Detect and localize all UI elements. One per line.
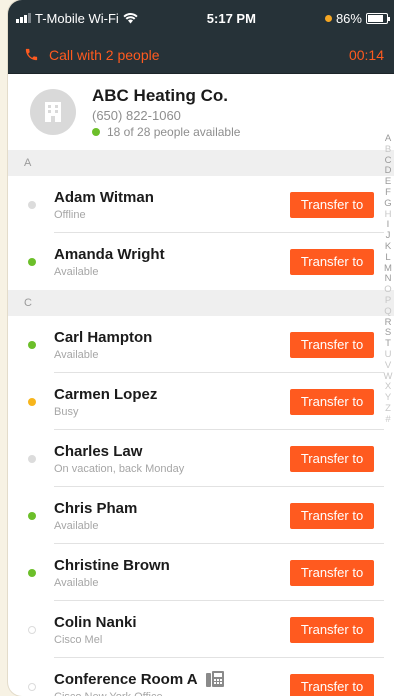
company-phone: (650) 822-1060 [92,107,181,123]
contact-row[interactable]: Carmen Lopez Busy Transfer to [8,373,394,430]
contact-status: Available [54,265,99,278]
contact-name: Charles Law [54,442,143,460]
contact-name-line: Chris Pham [54,500,290,517]
contact-info: Adam Witman Offline [54,189,290,221]
index-letter[interactable]: # [385,414,390,426]
contact-status: Offline [54,208,86,221]
presence-busy-icon [28,397,36,406]
index-letter[interactable]: V [385,360,391,372]
alphabet-index[interactable]: A B C D E F G H I J K L M N O P Q R S T U V W X Y Z # [382,133,394,426]
battery-percent: 86% [335,10,362,26]
contact-row[interactable]: Chris Pham Available Transfer to [8,487,394,544]
transfer-to-button[interactable]: Transfer to [290,445,374,472]
presence-available-icon [28,340,36,349]
signal-icon [16,13,31,23]
contact-row[interactable]: Christine Brown Available Transfer to [8,544,394,601]
presence-available-icon [28,257,36,266]
transfer-to-button[interactable]: Transfer to [290,331,374,358]
call-timer: 00:14 [348,46,384,63]
contact-row[interactable]: Conference Room A Cisco New York OfficeTr… [8,658,394,696]
contact-name: Adam Witman [54,188,154,206]
contact-status: Cisco New York Office [54,691,290,696]
contact-status: On vacation, back Monday [54,462,185,475]
contact-info: Conference Room A Cisco New York Office [54,671,290,696]
contact-name-line: Adam Witman [54,189,290,206]
company-header: ABC Heating Co. (650) 822-1060 18 of 28 … [8,74,394,150]
presence-offline-icon [28,200,36,209]
presence-available-icon [28,511,36,520]
building-icon [45,102,61,122]
presence-none-icon [28,625,36,634]
contact-row[interactable]: Amanda Wright Available Transfer to [8,233,394,290]
phone-screen: T-Mobile Wi-Fi 5:17 PM 86% Call with 2 p… [8,0,394,696]
contact-row[interactable]: Colin Nanki Cisco Mel Transfer to [8,601,394,658]
contact-name: Carmen Lopez [54,385,158,403]
phone-icon [25,48,38,61]
status-bar: T-Mobile Wi-Fi 5:17 PM 86% [8,0,394,36]
contact-name-line: Conference Room A [54,671,290,688]
transfer-to-button[interactable]: Transfer to [290,388,374,415]
contact-name-line: Christine Brown [54,557,290,574]
desk-phone-icon [205,671,224,687]
contact-row[interactable]: Adam Witman Offline Transfer to [8,176,394,233]
index-letter[interactable]: Q [384,306,391,318]
wifi-icon [123,12,138,23]
contact-row[interactable]: Charles Law On vacation, back Monday Trans… [8,430,394,487]
contact-info: Amanda Wright Available [54,246,290,278]
contact-status: Busy [54,405,79,418]
contact-info: Colin Nanki Cisco Mel [54,614,290,646]
clock: 5:17 PM [206,10,256,26]
contact-name: Amanda Wright [54,245,165,263]
contact-name: Carl Hampton [54,328,153,346]
company-availability: 18 of 28 people available [92,125,240,139]
section-header-c: C [8,290,394,316]
company-avatar [30,89,76,135]
contact-list: A Adam Witman Offline Transfer to Amanda Wri… [8,150,394,696]
contact-name: Chris Pham [54,499,138,517]
contact-status: Available [54,576,99,589]
active-call-bar[interactable]: Call with 2 people 00:14 [8,36,394,74]
contact-status: Cisco Mel [54,633,103,646]
contact-info: Carl Hampton Available [54,329,290,361]
index-letter[interactable]: L [385,252,390,264]
contact-info: Carmen Lopez Busy [54,386,290,418]
charging-dot-icon [324,14,332,22]
contact-status: Available [54,348,99,361]
carrier-label: T-Mobile Wi-Fi [35,10,119,26]
contact-name-line: Carmen Lopez [54,386,290,403]
contact-name: Colin Nanki [54,613,137,631]
transfer-to-button[interactable]: Transfer to [290,559,374,586]
contact-name-line: Carl Hampton [54,329,290,346]
section-header-a: A [8,150,394,176]
contact-row[interactable]: Carl Hampton Available Transfer to [8,316,394,373]
contact-name-line: Charles Law [54,443,290,460]
available-dot-icon [92,127,100,136]
presence-available-icon [28,568,36,577]
contact-status: Available [54,519,99,532]
contact-info: Charles Law On vacation, back Monday [54,443,290,475]
transfer-to-button[interactable]: Transfer to [290,248,374,275]
presence-offline-icon [28,454,36,463]
transfer-to-button[interactable]: Transfer to [290,616,374,643]
contact-info: Christine Brown Available [54,557,290,589]
battery-icon [365,12,390,24]
call-label: Call with 2 people [49,46,160,63]
transfer-to-button[interactable]: Transfer to [290,191,374,218]
contact-name: Conference Room A [54,670,198,688]
contact-name-line: Amanda Wright [54,246,290,263]
contact-name: Christine Brown [54,556,170,574]
contact-name-line: Colin Nanki [54,614,290,631]
presence-none-icon [28,682,36,691]
index-letter[interactable]: B [385,144,391,156]
company-name: ABC Heating Co. [92,85,228,105]
transfer-to-button[interactable]: Transfer to [290,502,374,529]
index-letter[interactable]: G [384,198,391,210]
availability-text: 18 of 28 people available [107,124,241,139]
transfer-to-button[interactable]: Transfer to [290,673,374,696]
contact-info: Chris Pham Available [54,500,290,532]
